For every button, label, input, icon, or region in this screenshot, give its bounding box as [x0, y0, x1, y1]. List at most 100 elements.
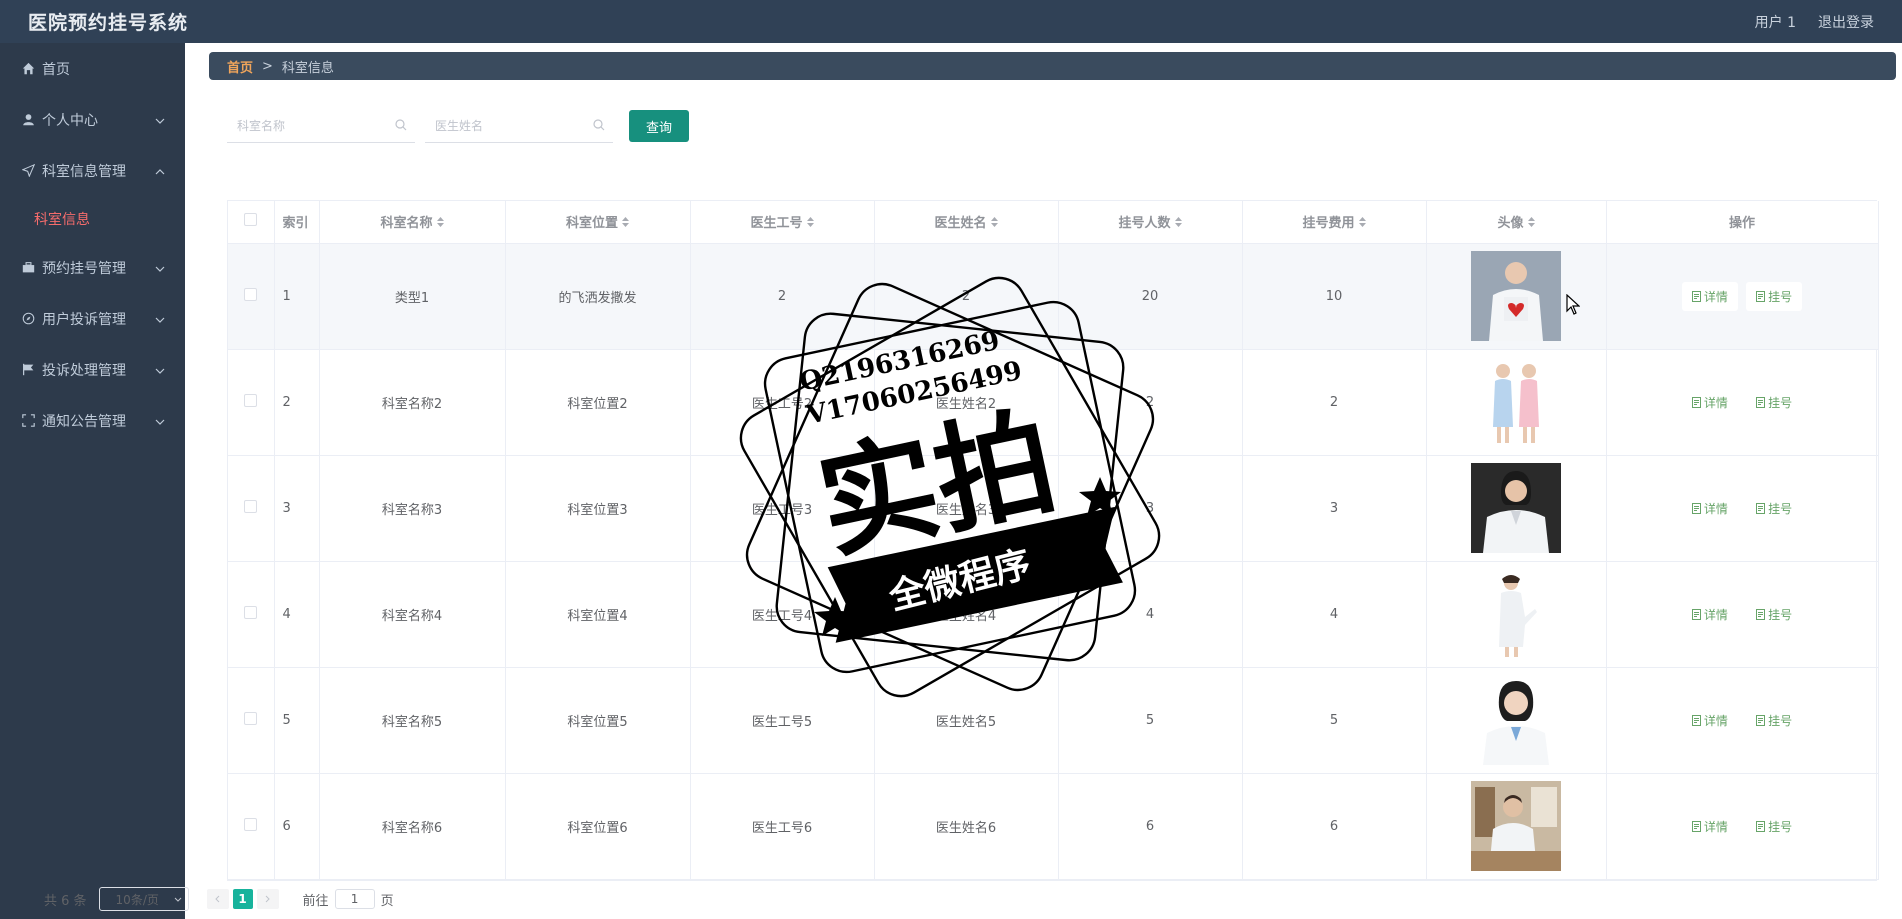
user-menu[interactable]: 用户 1: [1755, 12, 1796, 32]
sidebar-item-label: 通知公告管理: [42, 413, 126, 430]
doctor-avatar-image[interactable]: [1471, 675, 1561, 765]
dept-name-input[interactable]: [237, 118, 387, 133]
register-button[interactable]: 挂号: [1746, 494, 1802, 523]
document-icon: [1756, 396, 1766, 408]
chevron-down-icon: [155, 311, 165, 327]
goto-page-input[interactable]: 1: [334, 889, 375, 909]
cell-dept-name: 类型1: [319, 243, 506, 350]
user-icon: [20, 112, 36, 128]
document-icon: [1691, 608, 1701, 620]
chevron-left-icon: [215, 895, 220, 903]
page-size-select[interactable]: 10条/页: [98, 887, 189, 911]
query-button[interactable]: 查询: [629, 110, 689, 142]
doctor-avatar-image[interactable]: [1471, 569, 1561, 659]
logout-link[interactable]: 退出登录: [1818, 12, 1874, 32]
col-header-label: 头像: [1497, 216, 1524, 232]
cell-actions: 详情 挂号: [1606, 243, 1879, 350]
cell-doctor-id: 医生工号5: [690, 667, 875, 774]
cell-count: 3: [1058, 455, 1243, 562]
sort-icon[interactable]: [436, 216, 444, 231]
pagination: 共 6 条 10条/页 1 前往 1 页: [44, 887, 394, 911]
sidebar-item-complaint-handling[interactable]: 投诉处理管理: [0, 344, 185, 395]
col-header-label: 医生工号: [750, 216, 803, 232]
register-button[interactable]: 挂号: [1746, 706, 1802, 735]
document-icon: [1691, 396, 1701, 408]
table-row[interactable]: 1 类型1 的飞洒发撒发 2 2 20 10 详情 挂号: [228, 243, 1879, 350]
send-icon: [20, 163, 36, 179]
cell-actions: 详情 挂号: [1606, 561, 1879, 668]
sidebar-item-dept-management[interactable]: 科室信息管理: [0, 145, 185, 196]
detail-button[interactable]: 详情: [1682, 388, 1738, 417]
cell-count: 20: [1058, 243, 1243, 350]
doctor-name-input[interactable]: [435, 118, 585, 133]
row-checkbox[interactable]: [244, 393, 258, 407]
table-row[interactable]: 3 科室名称3 科室位置3 医生工号3 医生姓名3 3 3 详情 挂号: [228, 455, 1879, 562]
prev-page-button[interactable]: [206, 889, 229, 909]
home-icon: [20, 61, 36, 77]
top-bar: 医院预约挂号系统 用户 1 退出登录: [0, 0, 1902, 43]
sidebar-subitem-dept-info[interactable]: 科室信息: [0, 196, 185, 242]
row-checkbox[interactable]: [244, 817, 258, 831]
detail-button[interactable]: 详情: [1682, 494, 1738, 523]
doctor-avatar-image[interactable]: [1471, 781, 1561, 871]
sidebar-item-notice-management[interactable]: 通知公告管理: [0, 395, 185, 446]
sort-icon[interactable]: [990, 216, 998, 231]
sort-icon[interactable]: [1174, 216, 1182, 231]
row-select-cell: [228, 243, 275, 350]
page-size-value: 10条/页: [115, 892, 159, 907]
search-bar: 查询: [227, 109, 689, 143]
table-row[interactable]: 2 科室名称2 科室位置2 医生工号2 医生姓名2 2 2 详情 挂号: [228, 349, 1879, 456]
detail-button[interactable]: 详情: [1681, 281, 1738, 311]
doctor-avatar-image[interactable]: [1471, 251, 1561, 341]
search-icon: [395, 119, 407, 135]
register-button[interactable]: 挂号: [1746, 812, 1802, 841]
detail-button[interactable]: 详情: [1682, 706, 1738, 735]
page-number-button[interactable]: 1: [232, 889, 253, 909]
sort-icon[interactable]: [806, 216, 814, 231]
cell-actions: 详情 挂号: [1606, 773, 1879, 880]
table-row[interactable]: 6 科室名称6 科室位置6 医生工号6 医生姓名6 6 6 详情 挂号: [228, 773, 1879, 880]
table-row[interactable]: 4 科室名称4 科室位置4 医生工号4 医生姓名4 4 4 详情 挂号: [228, 561, 1879, 668]
sidebar-item-appointment-management[interactable]: 预约挂号管理: [0, 242, 185, 293]
cell-doctor-name: 医生姓名2: [874, 349, 1059, 456]
col-header-count[interactable]: 挂号人数: [1058, 201, 1243, 244]
sort-icon[interactable]: [1527, 216, 1535, 231]
col-header-fee[interactable]: 挂号费用: [1242, 201, 1427, 244]
breadcrumb-home[interactable]: 首页: [227, 57, 253, 76]
cell-index: 6: [274, 773, 320, 880]
col-header-label: 挂号人数: [1118, 216, 1171, 232]
register-button[interactable]: 挂号: [1746, 281, 1803, 311]
detail-button[interactable]: 详情: [1682, 600, 1738, 629]
col-header-doctor-id[interactable]: 医生工号: [690, 201, 875, 244]
sort-icon[interactable]: [1358, 216, 1366, 231]
breadcrumb: 首页 > 科室信息: [209, 52, 1896, 80]
row-checkbox[interactable]: [244, 499, 258, 513]
col-header-avatar[interactable]: 头像: [1426, 201, 1607, 244]
sidebar-item-home[interactable]: 首页: [0, 43, 185, 94]
register-button[interactable]: 挂号: [1746, 600, 1802, 629]
col-header-doctor-name[interactable]: 医生姓名: [874, 201, 1059, 244]
header-actions: 用户 1 退出登录: [1755, 12, 1874, 32]
table-row[interactable]: 5 科室名称5 科室位置5 医生工号5 医生姓名5 5 5 详情 挂号: [228, 667, 1879, 774]
dept-name-search: [227, 109, 415, 143]
select-all-checkbox[interactable]: [244, 213, 258, 227]
doctor-avatar-image[interactable]: [1471, 463, 1561, 553]
next-page-button[interactable]: [256, 889, 279, 909]
cell-actions: 详情 挂号: [1606, 349, 1879, 456]
cell-doctor-name: 医生姓名4: [874, 561, 1059, 668]
sort-icon[interactable]: [622, 216, 629, 231]
cell-location: 科室位置2: [505, 349, 691, 456]
register-label: 挂号: [1768, 501, 1793, 516]
chevron-down-icon: [155, 260, 165, 276]
app-title: 医院预约挂号系统: [28, 12, 189, 34]
sidebar-item-user-complaints[interactable]: 用户投诉管理: [0, 293, 185, 344]
detail-button[interactable]: 详情: [1682, 812, 1738, 841]
sidebar-item-personal-center[interactable]: 个人中心: [0, 94, 185, 145]
col-header-dept-name[interactable]: 科室名称: [319, 201, 506, 244]
nurses-avatar-image[interactable]: [1471, 357, 1561, 447]
row-checkbox[interactable]: [244, 711, 258, 725]
register-button[interactable]: 挂号: [1746, 388, 1802, 417]
row-checkbox[interactable]: [244, 605, 258, 619]
row-checkbox[interactable]: [244, 287, 258, 301]
col-header-location[interactable]: 科室位置: [505, 201, 691, 244]
